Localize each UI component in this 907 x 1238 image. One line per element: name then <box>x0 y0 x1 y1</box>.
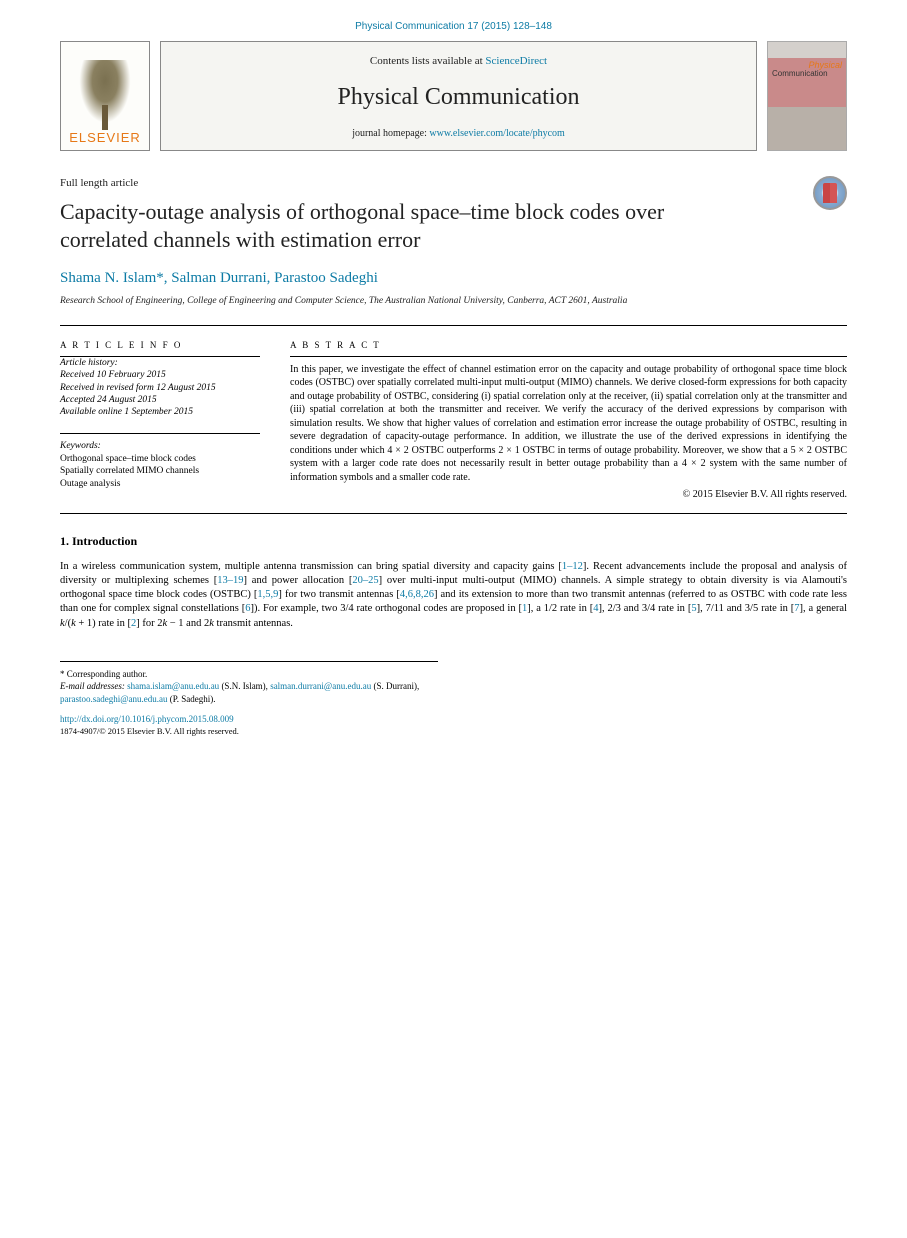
author-link-1[interactable]: Shama N. Islam <box>60 270 156 286</box>
email-link-3[interactable]: parastoo.sadeghi@anu.edu.au <box>60 694 168 704</box>
affiliation: Research School of Engineering, College … <box>60 295 847 307</box>
banner-center: Contents lists available at ScienceDirec… <box>160 41 757 151</box>
info-abstract-row: A R T I C L E I N F O Article history: R… <box>60 326 847 501</box>
sciencedirect-link[interactable]: ScienceDirect <box>485 55 547 67</box>
ref-link-2[interactable]: 2 <box>131 618 136 629</box>
publisher-line: 1874-4907/© 2015 Elsevier B.V. All right… <box>60 726 847 737</box>
article-title: Capacity-outage analysis of orthogonal s… <box>60 198 729 253</box>
abstract-label: A B S T R A C T <box>290 340 847 352</box>
corresponding-author: * Corresponding author. <box>60 668 438 681</box>
cover-title-2: Communication <box>772 69 828 79</box>
journal-title: Physical Communication <box>338 82 580 113</box>
article-info-label: A R T I C L E I N F O <box>60 340 260 352</box>
email-name-3: (P. Sadeghi). <box>168 694 216 704</box>
doi-link[interactable]: http://dx.doi.org/10.1016/j.phycom.2015.… <box>60 714 234 724</box>
abstract-divider <box>290 356 847 357</box>
ref-link-1[interactable]: 1 <box>522 603 527 614</box>
elsevier-tree-icon <box>75 60 135 130</box>
copyright: © 2015 Elsevier B.V. All rights reserved… <box>290 488 847 501</box>
contents-available: Contents lists available at ScienceDirec… <box>370 54 547 68</box>
journal-homepage: journal homepage: www.elsevier.com/locat… <box>352 127 565 140</box>
journal-reference: Physical Communication 17 (2015) 128–148 <box>60 0 847 41</box>
email-name-1: (S.N. Islam), <box>219 681 270 691</box>
introduction-section: 1. Introduction In a wireless communicat… <box>60 534 847 630</box>
email-link-1[interactable]: shama.islam@anu.edu.au <box>127 681 219 691</box>
ref-link-46826[interactable]: 4,6,8,26 <box>400 589 434 600</box>
ref-link-7[interactable]: 7 <box>794 603 799 614</box>
article-info-column: A R T I C L E I N F O Article history: R… <box>60 326 260 501</box>
ref-link-5[interactable]: 5 <box>691 603 696 614</box>
footnotes: * Corresponding author. E-mail addresses… <box>60 661 438 706</box>
ref-link-20-25[interactable]: 20–25 <box>352 575 378 586</box>
doi: http://dx.doi.org/10.1016/j.phycom.2015.… <box>60 714 847 726</box>
elsevier-text: ELSEVIER <box>69 130 141 150</box>
keywords-divider <box>60 433 260 434</box>
homepage-prefix: journal homepage: <box>352 128 429 139</box>
author-link-3[interactable]: Parastoo Sadeghi <box>274 270 378 286</box>
crossmark-icon[interactable] <box>813 176 847 210</box>
keywords: Orthogonal space–time block codes Spatia… <box>60 453 260 490</box>
keywords-label: Keywords: <box>60 440 260 452</box>
ref-link-6[interactable]: 6 <box>245 603 250 614</box>
homepage-link[interactable]: www.elsevier.com/locate/phycom <box>429 128 564 139</box>
elsevier-logo: ELSEVIER <box>60 41 150 151</box>
journal-banner: ELSEVIER Contents lists available at Sci… <box>60 41 847 151</box>
contents-prefix: Contents lists available at <box>370 55 485 67</box>
author-link-2[interactable]: Salman Durrani <box>171 270 266 286</box>
abstract-text: In this paper, we investigate the effect… <box>290 363 847 485</box>
email-name-2: (S. Durrani), <box>371 681 419 691</box>
ref-link-13-19[interactable]: 13–19 <box>217 575 243 586</box>
ref-link-1-12[interactable]: 1–12 <box>562 561 583 572</box>
ref-link-159[interactable]: 1,5,9 <box>257 589 278 600</box>
authors: Shama N. Islam*, Salman Durrani, Parasto… <box>60 269 847 289</box>
introduction-text: In a wireless communication system, mult… <box>60 560 847 631</box>
divider-bottom <box>60 513 847 514</box>
abstract-column: A B S T R A C T In this paper, we invest… <box>290 326 847 501</box>
ref-link-4[interactable]: 4 <box>593 603 598 614</box>
journal-cover-thumbnail: Physical Communication <box>767 41 847 151</box>
introduction-heading: 1. Introduction <box>60 534 847 550</box>
article-header: Full length article Capacity-outage anal… <box>60 176 847 307</box>
email-link-2[interactable]: salman.durrani@anu.edu.au <box>270 681 371 691</box>
corresponding-asterisk: * <box>156 270 164 286</box>
article-type: Full length article <box>60 176 847 190</box>
emails-label: E-mail addresses: <box>60 681 127 691</box>
article-history: Article history: Received 10 February 20… <box>60 357 260 419</box>
email-addresses: E-mail addresses: shama.islam@anu.edu.au… <box>60 680 438 705</box>
